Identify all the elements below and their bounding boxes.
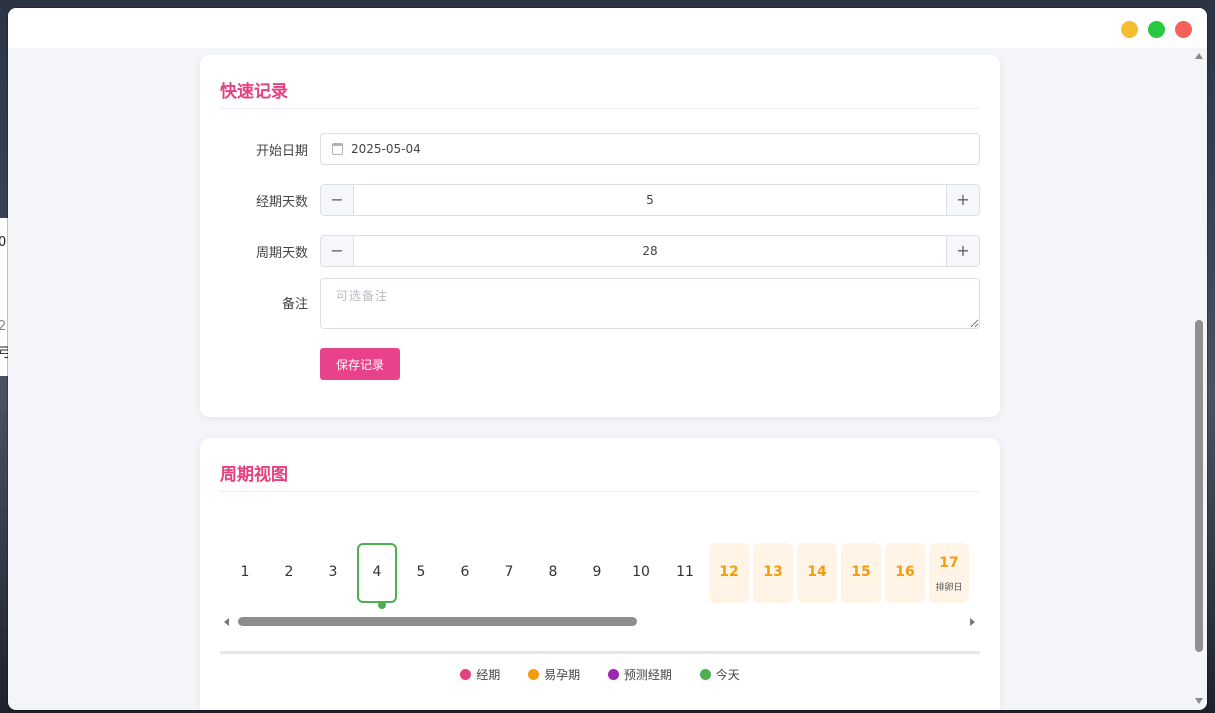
cycle-days-increment-button[interactable]: + — [946, 236, 979, 266]
cycle-view-title: 周期视图 — [220, 460, 980, 492]
close-button[interactable] — [1175, 21, 1192, 38]
app-window: 快速记录 开始日期 2025-05-04 经期天数 − 5 + 周期天数 − 2… — [8, 8, 1207, 710]
today-dot-icon — [699, 669, 711, 680]
minimize-button[interactable] — [1121, 21, 1138, 38]
start-date-value: 2025-05-04 — [351, 142, 421, 156]
day-number: 16 — [895, 564, 915, 580]
day-cell[interactable]: 3 — [313, 543, 353, 603]
day-cell-today[interactable]: 4 — [357, 543, 397, 603]
cycle-days-label: 周期天数 — [255, 246, 308, 261]
horizontal-scrollbar[interactable] — [220, 614, 980, 630]
period-dot-icon — [460, 669, 472, 680]
legend-label: 易孕期 — [544, 668, 581, 682]
background-fragment-text: 2 — [0, 319, 7, 334]
cycle-days-strip[interactable]: 1 2 3 4 5 6 7 8 9 10 11 12 13 14 15 16 17 排卵日 — [220, 543, 980, 605]
cycle-view-card: 周期视图 1 2 3 4 5 6 7 8 9 10 11 12 13 14 15 16 17 排卵日 经期 易孕期… — [200, 438, 1000, 710]
day-cell[interactable]: 5 — [401, 543, 441, 603]
today-marker-dot — [378, 601, 386, 609]
day-number: 2 — [284, 564, 294, 580]
day-number: 11 — [676, 564, 694, 580]
day-cell[interactable]: 14 — [797, 543, 837, 603]
day-cell[interactable]: 16 — [885, 543, 925, 603]
cycle-legend: 经期 易孕期 预测经期 今天 — [200, 666, 1000, 683]
scroll-down-icon[interactable] — [1195, 698, 1203, 704]
cycle-days-stepper: − 28 + — [320, 235, 980, 267]
predicted-dot-icon — [607, 669, 619, 680]
day-number: 17 — [939, 555, 959, 571]
day-number: 8 — [548, 564, 558, 580]
ovulation-day-label: 排卵日 — [935, 583, 963, 593]
day-cell[interactable]: 15 — [841, 543, 881, 603]
day-cell[interactable]: 13 — [753, 543, 793, 603]
legend-item-predicted: 预测经期 — [607, 666, 672, 683]
quick-record-card: 快速记录 开始日期 2025-05-04 经期天数 − 5 + 周期天数 − 2… — [200, 55, 1000, 417]
day-cell[interactable]: 1 — [225, 543, 265, 603]
fertile-dot-icon — [528, 669, 540, 680]
day-cell[interactable]: 7 — [489, 543, 529, 603]
day-number: 10 — [632, 564, 650, 580]
start-date-input[interactable]: 2025-05-04 — [320, 133, 980, 165]
period-days-stepper: − 5 + — [320, 184, 980, 216]
cycle-days-decrement-button[interactable]: − — [321, 236, 354, 266]
background-fragment-text: 0 — [0, 235, 7, 250]
vertical-scrollbar[interactable] — [1192, 48, 1207, 710]
day-cell[interactable]: 2 — [269, 543, 309, 603]
period-days-increment-button[interactable]: + — [946, 185, 979, 215]
save-record-button[interactable]: 保存记录 — [320, 348, 400, 380]
day-cell[interactable]: 17 排卵日 — [929, 543, 969, 603]
day-cell[interactable]: 8 — [533, 543, 573, 603]
day-cell[interactable]: 10 — [621, 543, 661, 603]
note-label: 备注 — [281, 297, 308, 312]
day-cell[interactable]: 6 — [445, 543, 485, 603]
legend-item-today: 今天 — [699, 666, 740, 683]
day-number: 13 — [763, 564, 783, 580]
day-number: 15 — [851, 564, 871, 580]
scroll-up-icon[interactable] — [1195, 53, 1203, 59]
scroll-right-icon[interactable] — [970, 618, 975, 626]
day-number: 4 — [372, 564, 382, 580]
note-textarea[interactable] — [320, 278, 980, 329]
legend-label: 今天 — [715, 668, 740, 682]
vertical-scroll-thumb[interactable] — [1195, 320, 1203, 652]
calendar-icon — [332, 143, 343, 155]
day-number: 6 — [460, 564, 470, 580]
day-number: 1 — [240, 564, 250, 580]
day-cell[interactable]: 9 — [577, 543, 617, 603]
legend-label: 经期 — [476, 668, 501, 682]
day-cell[interactable]: 11 — [665, 543, 705, 603]
maximize-button[interactable] — [1148, 21, 1165, 38]
main-content: 快速记录 开始日期 2025-05-04 经期天数 − 5 + 周期天数 − 2… — [8, 48, 1192, 710]
day-number: 12 — [719, 564, 739, 580]
horizontal-scroll-thumb[interactable] — [238, 617, 637, 626]
day-number: 14 — [807, 564, 827, 580]
scroll-left-icon[interactable] — [224, 618, 229, 626]
day-number: 9 — [592, 564, 602, 580]
title-bar — [8, 8, 1207, 48]
day-number: 3 — [328, 564, 338, 580]
quick-record-title: 快速记录 — [220, 77, 980, 109]
day-number: 5 — [416, 564, 426, 580]
day-number: 7 — [504, 564, 514, 580]
legend-label: 预测经期 — [623, 668, 672, 682]
day-cell[interactable]: 12 — [709, 543, 749, 603]
legend-item-period: 经期 — [460, 666, 500, 683]
period-days-decrement-button[interactable]: − — [321, 185, 354, 215]
period-days-label: 经期天数 — [255, 195, 308, 210]
divider — [220, 651, 980, 654]
start-date-label: 开始日期 — [255, 144, 308, 159]
legend-item-fertile: 易孕期 — [528, 666, 580, 683]
period-days-value[interactable]: 5 — [354, 185, 946, 215]
cycle-days-value[interactable]: 28 — [354, 236, 946, 266]
